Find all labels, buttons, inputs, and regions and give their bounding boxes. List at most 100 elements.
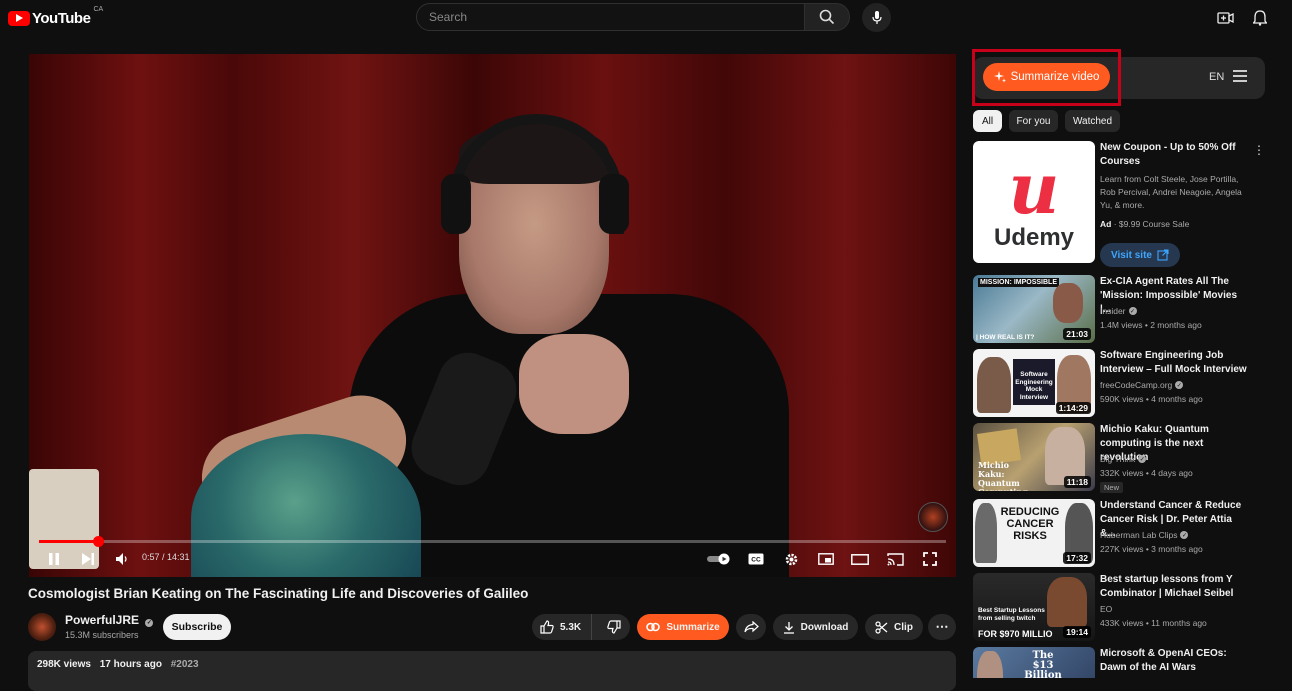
ad-description: Learn from Colt Steele, Jose Portilla, R… xyxy=(1100,174,1242,210)
settings-button[interactable] xyxy=(780,548,802,570)
view-count: 298K views xyxy=(37,659,91,670)
top-bar: YouTube CA Search xyxy=(0,0,1292,36)
verified-icon: ✓ xyxy=(145,618,154,627)
thumbnail-face xyxy=(977,651,1003,678)
scissors-icon xyxy=(875,620,888,634)
video-channel[interactable]: EO xyxy=(1100,604,1112,614)
video-stats: 227K views • 3 months ago xyxy=(1100,544,1203,554)
video-stats: 590K views • 4 months ago xyxy=(1100,394,1203,404)
clip-label: Clip xyxy=(894,621,913,633)
thumbnail-text: Michio Kaku: Quantum Computing xyxy=(978,460,1028,492)
thumbnail-face-left xyxy=(977,357,1011,413)
summarize-label: Summarize xyxy=(666,621,720,633)
video-channel[interactable]: freeCodeCamp.org ✓ xyxy=(1100,380,1184,390)
pause-button[interactable] xyxy=(43,548,65,570)
notifications-button[interactable] xyxy=(1250,8,1270,28)
video-thumbnail[interactable]: Best Startup Lessons from selling twitch… xyxy=(973,573,1095,641)
progress-bar[interactable] xyxy=(39,540,946,543)
external-link-icon xyxy=(1157,249,1169,261)
clip-button[interactable]: Clip xyxy=(865,614,923,640)
video-thumbnail[interactable]: Software Engineering Mock Interview 1:14… xyxy=(973,349,1095,417)
like-dislike-group: 5.3K xyxy=(532,614,630,640)
like-button[interactable]: 5.3K xyxy=(532,614,592,640)
ad-title[interactable]: New Coupon - Up to 50% Off Courses xyxy=(1100,141,1250,169)
thumbnail-text: Best Startup Lessons from selling twitch xyxy=(978,607,1045,622)
next-icon xyxy=(82,553,94,565)
channel-name[interactable]: PowerfulJRE ✓ xyxy=(65,613,154,627)
video-frame-hand xyxy=(519,334,629,434)
video-channel[interactable]: Huberman Lab Clips ✓ xyxy=(1100,530,1189,540)
video-thumbnail[interactable]: REDUCING CANCER RISKS 17:32 xyxy=(973,499,1095,567)
recommended-video[interactable]: Best Startup Lessons from selling twitch… xyxy=(973,573,1265,643)
verified-icon: ✓ xyxy=(1180,531,1189,539)
thumbnail-text: The $13 Billion AI Bet xyxy=(1024,650,1062,679)
video-thumbnail[interactable]: Michio Kaku: Quantum Computing 11:18 xyxy=(973,423,1095,491)
theater-mode-button[interactable] xyxy=(849,548,871,570)
recommended-video[interactable]: MISSION: IMPOSSIBLE | HOW REAL IS IT? 21… xyxy=(973,275,1265,345)
cast-button[interactable] xyxy=(884,548,906,570)
recommended-video[interactable]: Software Engineering Mock Interview 1:14… xyxy=(973,349,1265,419)
udemy-logo-text: Udemy xyxy=(993,224,1075,251)
recommended-video[interactable]: Michio Kaku: Quantum Computing 11:18 Mic… xyxy=(973,423,1265,499)
voice-search-button[interactable] xyxy=(862,3,891,32)
cast-icon xyxy=(886,552,904,566)
language-selector[interactable]: EN xyxy=(1209,71,1224,83)
mute-button[interactable] xyxy=(111,548,133,570)
ad-label: Ad xyxy=(1100,219,1112,229)
channel-avatar[interactable] xyxy=(28,613,56,641)
thumbnail-text: REDUCING CANCER RISKS xyxy=(1000,506,1060,542)
youtube-logo[interactable]: YouTube CA xyxy=(8,6,104,28)
volume-icon xyxy=(116,553,127,565)
miniplayer-button[interactable] xyxy=(815,548,837,570)
fullscreen-button[interactable] xyxy=(919,548,941,570)
channel-label: Insider xyxy=(1100,306,1126,316)
search-button[interactable] xyxy=(804,3,850,31)
autoplay-icon xyxy=(707,553,730,565)
video-title[interactable]: Software Engineering Job Interview – Ful… xyxy=(1100,349,1250,377)
recommended-video[interactable]: REDUCING CANCER RISKS 17:32 Understand C… xyxy=(973,499,1265,569)
chip-for-you[interactable]: For you xyxy=(1009,110,1058,132)
captions-button[interactable]: CC xyxy=(745,548,767,570)
download-button[interactable]: Download xyxy=(773,614,858,640)
description-box[interactable]: 298K views 17 hours ago #2023 xyxy=(28,651,956,691)
ad-thumbnail[interactable]: u Udemy xyxy=(973,141,1095,263)
hashtag[interactable]: #2023 xyxy=(171,659,199,670)
video-title[interactable]: Best startup lessons from Y Combinator |… xyxy=(1100,573,1250,601)
progress-scrubber[interactable] xyxy=(93,536,104,547)
video-duration: 21:03 xyxy=(1063,328,1091,340)
menu-icon[interactable] xyxy=(1233,70,1247,82)
summarize-button[interactable]: Summarize xyxy=(637,614,729,640)
theater-icon xyxy=(851,553,869,565)
video-duration: 19:14 xyxy=(1063,626,1091,638)
subscribe-button[interactable]: Subscribe xyxy=(163,614,231,640)
video-channel[interactable]: Insider ✓ xyxy=(1100,306,1137,316)
video-channel[interactable]: Big Think ✓ xyxy=(1100,454,1147,464)
chip-all[interactable]: All xyxy=(973,110,1002,132)
video-title[interactable]: Microsoft & OpenAI CEOs: Dawn of the AI … xyxy=(1100,647,1250,675)
video-player[interactable]: 0:57 / 14:31 CC xyxy=(29,54,956,577)
video-thumbnail[interactable]: The $13 Billion AI Bet xyxy=(973,647,1095,678)
thumbnail-face xyxy=(1047,577,1087,627)
dislike-button[interactable] xyxy=(598,614,630,640)
ad-more-button[interactable]: ⋮ xyxy=(1253,143,1265,157)
channel-watermark[interactable] xyxy=(918,502,948,532)
thumbnail-text-top: MISSION: IMPOSSIBLE xyxy=(978,278,1060,287)
summarize-icon xyxy=(646,622,661,632)
channel-label: Big Think xyxy=(1100,454,1136,464)
visit-site-button[interactable]: Visit site xyxy=(1100,243,1180,267)
channel-label: EO xyxy=(1100,604,1113,614)
verified-icon: ✓ xyxy=(1138,455,1147,463)
search-input[interactable]: Search xyxy=(416,3,805,31)
chip-watched[interactable]: Watched xyxy=(1065,110,1120,132)
recommended-video[interactable]: The $13 Billion AI Bet Microsoft & OpenA… xyxy=(973,647,1265,678)
next-button[interactable] xyxy=(77,548,99,570)
region-code: CA xyxy=(93,6,104,13)
create-button[interactable] xyxy=(1215,8,1235,28)
youtube-play-icon xyxy=(8,10,30,26)
more-actions-button[interactable]: ⋯ xyxy=(928,614,956,640)
video-frame-earcup-right xyxy=(599,174,629,234)
video-thumbnail[interactable]: MISSION: IMPOSSIBLE | HOW REAL IS IT? 21… xyxy=(973,275,1095,343)
share-button[interactable] xyxy=(736,614,766,640)
udemy-logo-mark: u xyxy=(1008,147,1060,230)
autoplay-toggle[interactable] xyxy=(705,548,733,570)
